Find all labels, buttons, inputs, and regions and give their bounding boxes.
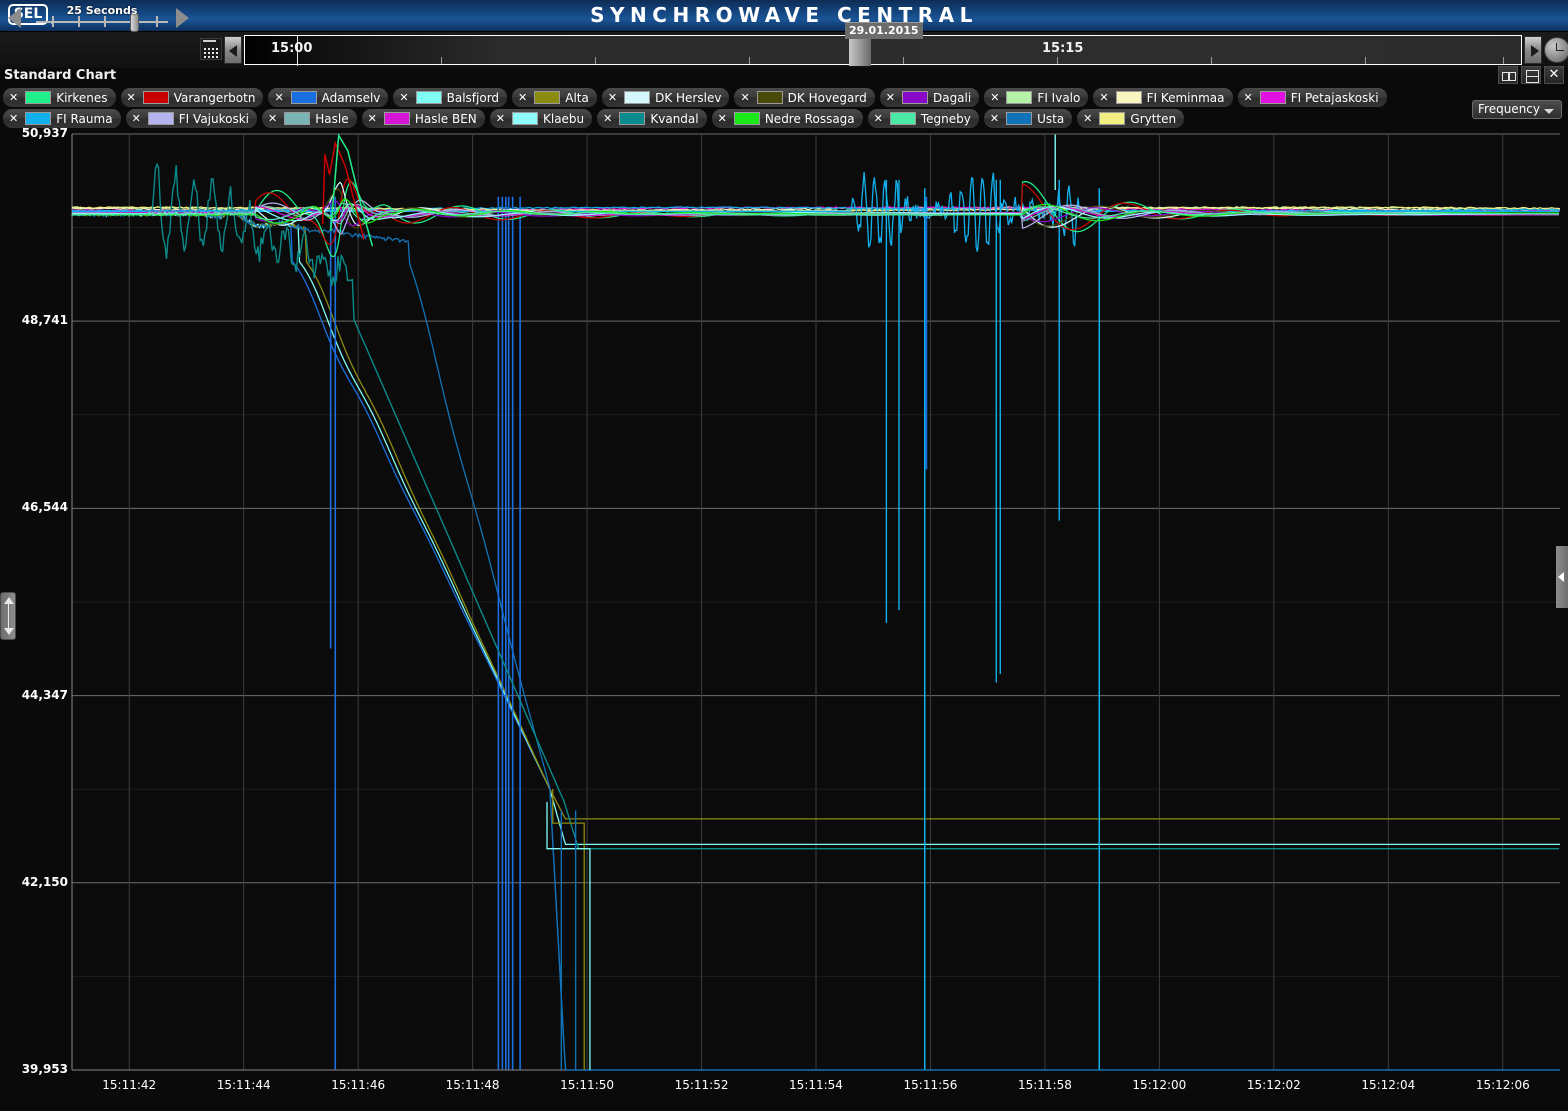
x-axis-tick-label: 15:11:56 [903,1078,958,1092]
x-axis-tick-label: 15:11:44 [216,1078,271,1092]
y-axis-tick-label: 46,544 [21,500,68,515]
x-axis-tick-label: 15:12:00 [1132,1078,1187,1092]
x-axis-tick-label: 15:11:48 [445,1078,500,1092]
y-axis-tick-label: 48,741 [21,313,68,328]
x-axis-tick-label: 15:11:52 [674,1078,729,1092]
x-axis-tick-label: 15:11:42 [102,1078,157,1092]
y-axis-tick-label: 39,953 [21,1062,68,1076]
vertical-resize-handle[interactable] [0,592,16,640]
x-axis-tick-label: 15:11:54 [789,1078,843,1092]
x-axis-tick-label: 15:12:04 [1361,1078,1416,1092]
x-axis-tick-label: 15:11:58 [1017,1078,1072,1092]
x-axis-tick-label: 15:12:06 [1475,1078,1530,1092]
x-axis-tick-label: 15:12:02 [1246,1078,1301,1092]
y-axis-tick-label: 50,937 [21,126,68,140]
y-axis-tick-label: 42,150 [21,874,68,889]
x-axis-tick-label: 15:11:46 [331,1078,386,1092]
x-axis-tick-label: 15:11:50 [560,1078,615,1092]
y-axis-tick-label: 44,347 [21,687,68,702]
panel-expand-handle[interactable] [1556,546,1568,608]
frequency-chart[interactable] [0,0,1568,1111]
